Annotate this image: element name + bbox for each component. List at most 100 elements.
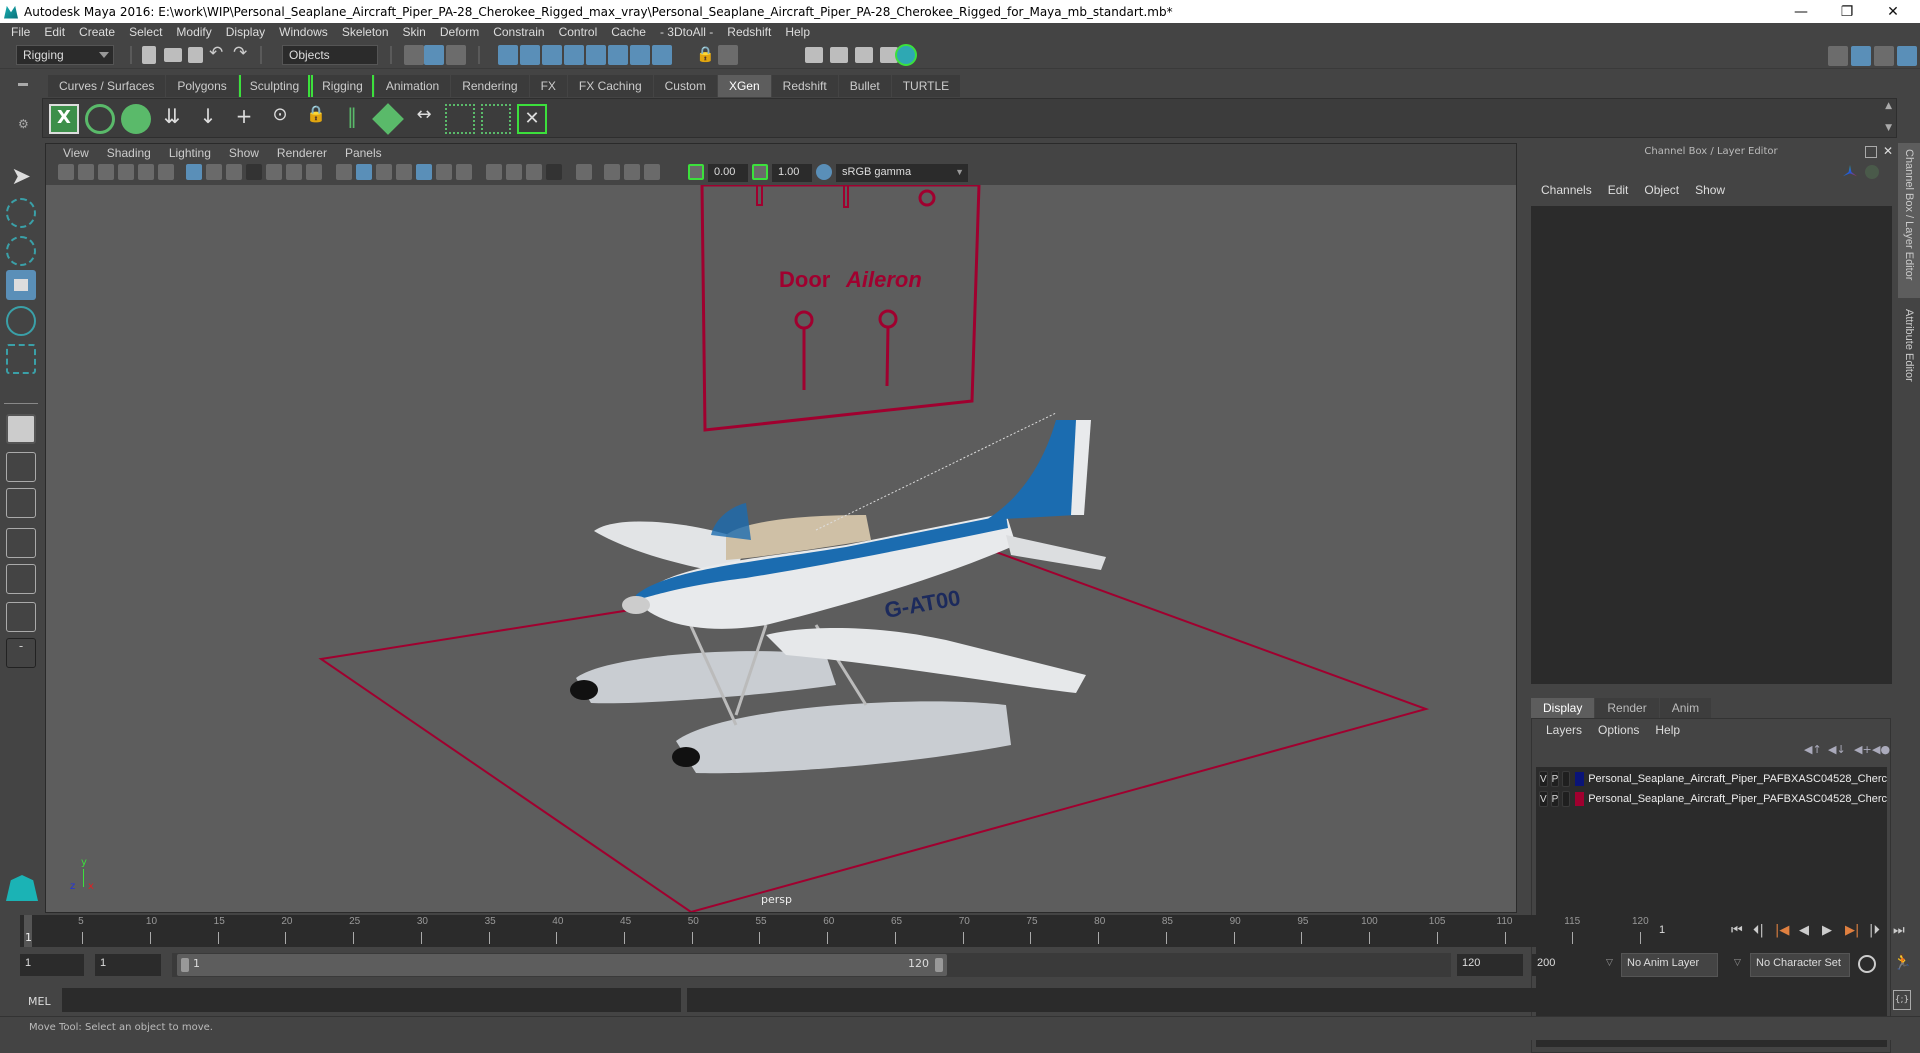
current-frame-field[interactable]: 1 xyxy=(1654,921,1720,941)
layer-playback-toggle[interactable]: P xyxy=(1550,791,1560,807)
isolate-select-icon[interactable] xyxy=(576,164,592,180)
single-perspective-layout-icon[interactable] xyxy=(6,414,36,444)
add-guide-icon[interactable]: ⇊ xyxy=(157,104,187,134)
xray-joints-icon[interactable] xyxy=(644,164,660,180)
shelf-tab-rigging[interactable]: Rigging xyxy=(311,75,375,97)
menu-skin[interactable]: Skin xyxy=(396,25,433,39)
range-end-handle[interactable] xyxy=(935,958,943,972)
gamma-field[interactable]: 1.00 xyxy=(772,164,812,182)
channel-box-toggle-icon[interactable] xyxy=(1897,46,1917,66)
menu-skeleton[interactable]: Skeleton xyxy=(335,25,396,39)
layer-playback-toggle[interactable]: P xyxy=(1550,771,1560,787)
image-plane-icon[interactable] xyxy=(118,164,134,180)
menu-modify[interactable]: Modify xyxy=(169,25,218,39)
go-to-start-icon[interactable]: ⏮ xyxy=(1731,923,1743,938)
attribute-editor-toggle-icon[interactable] xyxy=(1851,46,1871,66)
channel-box-menu-channels[interactable]: Channels xyxy=(1533,183,1600,197)
select-guide-icon[interactable] xyxy=(445,104,475,134)
shadows-icon[interactable] xyxy=(456,164,472,180)
menu-constrain[interactable]: Constrain xyxy=(486,25,551,39)
select-deformations-icon[interactable] xyxy=(586,45,606,65)
xgen-preview-icon[interactable] xyxy=(85,104,115,134)
grid-toggle-icon[interactable] xyxy=(186,164,202,180)
layer-row[interactable]: V P Personal_Seaplane_Aircraft_Piper_PAF… xyxy=(1536,789,1887,809)
shelf-tab-bullet[interactable]: Bullet xyxy=(838,75,892,97)
select-by-component-icon[interactable] xyxy=(446,45,466,65)
shelf-tab-sculpting[interactable]: Sculpting xyxy=(238,75,312,97)
playback-end-field[interactable]: 120 xyxy=(1457,954,1523,976)
select-joints-icon[interactable] xyxy=(520,45,540,65)
menu-display[interactable]: Display xyxy=(219,25,272,39)
guide-rotate-icon[interactable]: ⊙ xyxy=(265,104,295,134)
panel-menu-view[interactable]: View xyxy=(54,146,98,160)
shelf-tab-fx-caching[interactable]: FX Caching xyxy=(567,75,654,97)
undo-icon[interactable]: ↶ xyxy=(209,43,223,63)
modeling-toolkit-icon[interactable] xyxy=(1828,46,1848,66)
panel-menu-show[interactable]: Show xyxy=(220,146,268,160)
auto-key-icon[interactable] xyxy=(1858,955,1876,973)
shelf-settings-gear-icon[interactable]: ⚙ xyxy=(18,117,29,131)
menu-set-dropdown[interactable]: Rigging xyxy=(16,45,114,65)
select-tool-icon[interactable]: ➤ xyxy=(6,162,36,192)
range-start-handle[interactable] xyxy=(181,958,189,972)
film-gate-icon[interactable] xyxy=(206,164,222,180)
grease-pencil-icon[interactable] xyxy=(158,164,174,180)
shelf-tab-polygons[interactable]: Polygons xyxy=(166,75,239,97)
layer-visibility-toggle[interactable]: V xyxy=(1539,791,1548,807)
wireframe-on-shaded-icon[interactable] xyxy=(396,164,412,180)
depth-of-field-icon[interactable] xyxy=(546,164,562,180)
layer-tab-display[interactable]: Display xyxy=(1531,698,1595,718)
shelf-tab-animation[interactable]: Animation xyxy=(374,75,452,97)
menu-redshift[interactable]: Redshift xyxy=(720,25,778,39)
selection-mode-dropdown[interactable]: Objects xyxy=(282,45,378,65)
manipulator-icon[interactable] xyxy=(1843,165,1857,177)
xgen-delete-icon[interactable]: ✕ xyxy=(517,104,547,134)
color-management-toggle-icon[interactable] xyxy=(816,164,832,180)
move-tool-icon[interactable] xyxy=(6,270,36,300)
animation-preferences-icon[interactable]: 🏃 xyxy=(1893,953,1912,971)
lasso-tool-icon[interactable] xyxy=(6,198,36,228)
redo-icon[interactable]: ↷ xyxy=(233,43,247,63)
time-slider[interactable]: 1 5 10 15 20 25 30 35 40 45 50 55 60 65 70 75 80 85 90 95 1… xyxy=(20,915,1651,947)
layer-color-swatch[interactable] xyxy=(1574,792,1585,806)
use-all-lights-icon[interactable] xyxy=(436,164,452,180)
select-curves-icon[interactable] xyxy=(542,45,562,65)
layer-menu-options[interactable]: Options xyxy=(1590,723,1647,737)
layer-row[interactable]: V P Personal_Seaplane_Aircraft_Piper_PAF… xyxy=(1536,769,1887,789)
menu-file[interactable]: File xyxy=(4,25,37,39)
tool-settings-toggle-icon[interactable] xyxy=(1874,46,1894,66)
xray-active-components-icon[interactable] xyxy=(624,164,640,180)
default-material-icon[interactable] xyxy=(376,164,392,180)
gamma-icon[interactable] xyxy=(752,164,768,180)
sculpt-guide-icon[interactable]: ↓ xyxy=(193,104,223,134)
paint-select-tool-icon[interactable] xyxy=(6,236,36,266)
guide-bend-icon[interactable] xyxy=(481,104,511,134)
restore-button[interactable]: ❐ xyxy=(1824,0,1870,23)
shelf-tab-custom[interactable]: Custom xyxy=(653,75,718,97)
guide-length-icon[interactable]: ‖ xyxy=(337,104,367,134)
menu-help[interactable]: Help xyxy=(778,25,817,39)
screen-space-ao-icon[interactable] xyxy=(486,164,502,180)
resolution-gate-icon[interactable] xyxy=(226,164,242,180)
xray-icon[interactable] xyxy=(604,164,620,180)
hypershade-persp-layout-icon[interactable] xyxy=(6,564,36,594)
motion-blur-icon[interactable] xyxy=(506,164,522,180)
select-by-object-type-icon[interactable] xyxy=(424,45,444,65)
smooth-shade-icon[interactable] xyxy=(356,164,372,180)
shelf-menu-icon[interactable] xyxy=(18,83,28,86)
ipr-render-icon[interactable] xyxy=(855,47,873,63)
layer-visibility-toggle[interactable]: V xyxy=(1539,771,1548,787)
xgen-clear-icon[interactable] xyxy=(121,104,151,134)
character-set-chevron-icon[interactable]: ▽ xyxy=(1734,958,1741,968)
panel-menu-panels[interactable]: Panels xyxy=(336,146,391,160)
lock-icon[interactable]: 🔒 xyxy=(696,45,715,63)
bookmark-icon[interactable] xyxy=(98,164,114,180)
select-by-hierarchy-icon[interactable] xyxy=(404,45,424,65)
menu-windows[interactable]: Windows xyxy=(272,25,335,39)
persp-outliner-graph-layout-icon[interactable] xyxy=(6,602,36,632)
new-layer-from-selected-icon[interactable]: ◀● xyxy=(1872,743,1890,756)
rotate-tool-icon[interactable] xyxy=(6,306,36,336)
side-tab-attribute-editor[interactable]: Attribute Editor xyxy=(1898,303,1920,413)
lock-guide-icon[interactable]: 🔒 xyxy=(301,104,331,134)
menu-edit[interactable]: Edit xyxy=(37,25,72,39)
